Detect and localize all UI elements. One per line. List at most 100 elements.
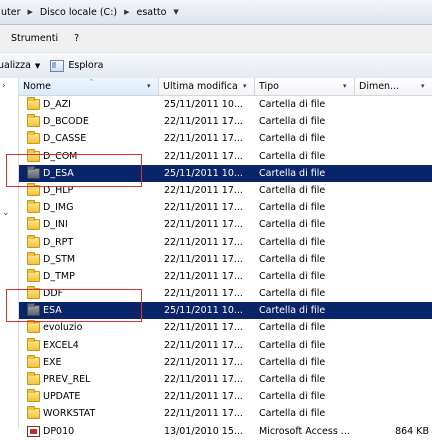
folder-icon xyxy=(27,337,40,351)
file-date: 22/11/2011 17... xyxy=(164,236,243,248)
file-name: WORKSTAT xyxy=(43,408,96,420)
explore-icon xyxy=(50,59,65,72)
file-size: 864 KB xyxy=(395,425,429,437)
file-date: 22/11/2011 17... xyxy=(164,116,243,128)
file-name: D_INI xyxy=(43,219,68,231)
column-header-type[interactable]: Tipo ▾ xyxy=(255,78,355,95)
column-header-name[interactable]: ⌃ Nome ▾ xyxy=(19,78,159,95)
file-name: DDF xyxy=(43,288,64,300)
file-row[interactable]: D_STM 22/11/2011 17... Cartella di file xyxy=(19,251,432,268)
chevron-right-icon[interactable]: ▶ xyxy=(119,8,134,16)
folder-icon xyxy=(27,114,40,128)
file-name: PREV_REL xyxy=(43,374,91,385)
file-type: Cartella di file xyxy=(259,253,326,265)
file-name: D_BCODE xyxy=(43,116,89,128)
file-date: 25/11/2011 10... xyxy=(164,305,243,317)
menu-help[interactable]: ? xyxy=(66,33,87,44)
file-date: 22/11/2011 17... xyxy=(164,202,243,214)
file-type: Cartella di file xyxy=(259,374,326,385)
folder-icon xyxy=(27,182,40,196)
breadcrumb-esatto[interactable]: esatto xyxy=(135,7,169,18)
file-row[interactable]: D_TMP 22/11/2011 17... Cartella di file xyxy=(19,268,432,285)
file-name: D_RPT xyxy=(43,236,74,248)
file-row[interactable]: DDF 22/11/2011 17... Cartella di file xyxy=(19,285,432,302)
file-type: Cartella di file xyxy=(259,133,326,145)
file-type: Cartella di file xyxy=(259,236,326,248)
file-row[interactable]: D_COM 22/11/2011 17... Cartella di file xyxy=(19,148,432,165)
file-row[interactable]: evoluzio 22/11/2011 17... Cartella di file xyxy=(19,319,432,336)
locked-folder-icon xyxy=(27,303,40,317)
chevron-right-icon[interactable]: › xyxy=(2,81,6,91)
file-row[interactable]: D_CASSE 22/11/2011 17... Cartella di file xyxy=(19,130,432,147)
folder-icon xyxy=(27,200,40,214)
chevron-down-icon[interactable]: ▾ xyxy=(421,83,429,90)
file-date: 22/11/2011 17... xyxy=(164,184,243,196)
file-row[interactable]: EXCEL4 22/11/2011 17... Cartella di file xyxy=(19,337,432,354)
chevron-down-icon[interactable]: ⌄ xyxy=(2,208,10,218)
explore-button[interactable]: Esplora xyxy=(46,59,104,72)
file-row[interactable]: D_AZI 25/11/2011 10... Cartella di file xyxy=(19,96,432,113)
view-button[interactable]: ualizza ▼ xyxy=(0,60,46,71)
file-name: UPDATE xyxy=(43,391,81,403)
file-list: D_AZI 25/11/2011 10... Cartella di file D_B… xyxy=(19,96,432,440)
file-date: 22/11/2011 17... xyxy=(164,374,243,385)
folder-icon xyxy=(27,286,40,300)
file-type: Cartella di file xyxy=(259,408,326,420)
navigation-pane[interactable]: › ⌄ xyxy=(0,78,19,428)
file-name: evoluzio xyxy=(43,322,83,334)
chevron-right-icon[interactable]: ▶ xyxy=(23,8,38,16)
column-header-size[interactable]: Dimen... ▾ xyxy=(355,78,432,95)
file-row[interactable]: D_BCODE 22/11/2011 17... Cartella di file xyxy=(19,113,432,130)
file-date: 22/11/2011 17... xyxy=(164,219,243,231)
breadcrumb-local-disk[interactable]: Disco locale (C:) xyxy=(38,7,119,18)
file-name: D_STM xyxy=(43,253,76,265)
menu-bar: Strumenti ? xyxy=(0,25,432,52)
file-name: D_ESA xyxy=(43,167,74,179)
file-type: Cartella di file xyxy=(259,270,326,282)
chevron-down-icon[interactable]: ▾ xyxy=(343,83,351,90)
folder-icon xyxy=(27,389,40,403)
explore-label: Esplora xyxy=(68,60,104,71)
file-row[interactable]: ESA 25/11/2011 10... Cartella di file xyxy=(19,302,432,320)
folder-icon xyxy=(27,354,40,368)
file-name: EXE xyxy=(43,356,62,368)
file-type: Cartella di file xyxy=(259,167,326,179)
folder-icon xyxy=(27,148,40,162)
folder-icon xyxy=(27,372,40,385)
file-type: Cartella di file xyxy=(259,391,326,403)
file-row[interactable]: DP010 13/01/2010 15... Microsoft Access ..… xyxy=(19,423,432,440)
chevron-down-icon: ▼ xyxy=(34,61,41,70)
file-date: 25/11/2011 10... xyxy=(164,99,243,110)
file-date: 22/11/2011 17... xyxy=(164,133,243,145)
column-date-label: Ultima modifica xyxy=(163,81,238,92)
file-row[interactable]: D_RPT 22/11/2011 17... Cartella di file xyxy=(19,234,432,251)
file-type: Cartella di file xyxy=(259,339,326,351)
file-type: Cartella di file xyxy=(259,305,326,317)
address-bar[interactable]: uter ▶ Disco locale (C:) ▶ esatto ▼ xyxy=(0,0,432,25)
file-row[interactable]: D_HLP 22/11/2011 17... Cartella di file xyxy=(19,182,432,199)
breadcrumb-computer[interactable]: uter xyxy=(0,7,23,18)
file-row[interactable]: UPDATE 22/11/2011 17... Cartella di file xyxy=(19,388,432,405)
chevron-down-icon[interactable]: ▾ xyxy=(147,83,155,90)
folder-icon xyxy=(27,268,40,282)
folder-icon xyxy=(27,320,40,334)
folder-icon xyxy=(27,406,40,420)
file-type: Microsoft Access ... xyxy=(259,425,350,437)
access-file-icon xyxy=(27,425,40,437)
file-date: 22/11/2011 17... xyxy=(164,391,243,403)
file-row[interactable]: D_IMG 22/11/2011 17... Cartella di file xyxy=(19,199,432,216)
file-row[interactable]: PREV_REL 22/11/2011 17... Cartella di file xyxy=(19,371,432,388)
file-type: Cartella di file xyxy=(259,150,326,162)
file-row[interactable]: WORKSTAT 22/11/2011 17... Cartella di file xyxy=(19,405,432,422)
file-name: D_CASSE xyxy=(43,133,87,145)
file-date: 22/11/2011 17... xyxy=(164,270,243,282)
chevron-down-icon[interactable]: ▾ xyxy=(243,83,251,90)
file-row[interactable]: EXE 22/11/2011 17... Cartella di file xyxy=(19,354,432,371)
file-row[interactable]: D_INI 22/11/2011 17... Cartella di file xyxy=(19,216,432,233)
file-type: Cartella di file xyxy=(259,184,326,196)
menu-strumenti[interactable]: Strumenti xyxy=(0,33,66,44)
column-header-date[interactable]: Ultima modifica ▾ xyxy=(159,78,255,95)
file-row[interactable]: D_ESA 25/11/2011 10... Cartella di file xyxy=(19,164,432,182)
chevron-down-icon[interactable]: ▼ xyxy=(168,8,183,16)
file-date: 22/11/2011 17... xyxy=(164,339,243,351)
